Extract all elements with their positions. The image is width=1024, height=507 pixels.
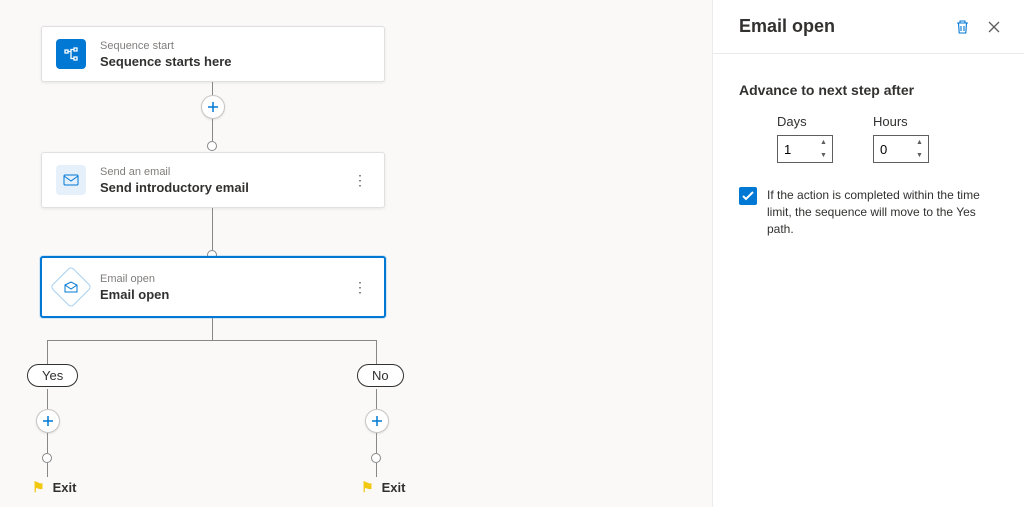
node-subtitle: Sequence start — [100, 40, 370, 52]
node-sequence-start[interactable]: Sequence start Sequence starts here — [41, 26, 385, 82]
add-step-button[interactable] — [201, 95, 225, 119]
connector-line — [212, 318, 213, 340]
hours-up[interactable]: ▲ — [911, 136, 928, 149]
hours-label: Hours — [873, 114, 929, 129]
yes-path-checkbox[interactable] — [739, 187, 757, 205]
properties-panel: Email open Advance to next step after Da… — [712, 0, 1024, 507]
branch-yes-pill: Yes — [27, 364, 78, 387]
delete-button[interactable] — [952, 17, 972, 37]
connector-line — [47, 340, 48, 364]
days-up[interactable]: ▲ — [815, 136, 832, 149]
connector-line — [376, 463, 377, 477]
panel-title: Email open — [739, 16, 940, 37]
close-button[interactable] — [984, 17, 1004, 37]
flow-canvas[interactable]: Sequence start Sequence starts here Send… — [0, 0, 712, 507]
node-title: Send introductory email — [100, 180, 336, 195]
connector-dot — [207, 141, 217, 151]
connector-line — [376, 389, 377, 409]
panel-body: Advance to next step after Days ▲ ▼ Hour… — [713, 54, 1024, 265]
connector-line — [212, 119, 213, 141]
connector-dot — [371, 453, 381, 463]
node-send-email[interactable]: Send an email Send introductory email ⋮ — [41, 152, 385, 208]
connector-line — [47, 433, 48, 453]
connector-line — [47, 463, 48, 477]
exit-label: Exit — [382, 480, 406, 495]
connector-line — [47, 389, 48, 409]
flag-icon: ⚑ — [32, 479, 45, 496]
add-step-yes-button[interactable] — [36, 409, 60, 433]
hours-down[interactable]: ▼ — [911, 149, 928, 162]
connector-line — [212, 82, 213, 95]
yes-path-checkbox-row[interactable]: If the action is completed within the ti… — [739, 187, 998, 237]
node-more-button[interactable]: ⋮ — [350, 275, 370, 299]
connector-dot — [42, 453, 52, 463]
node-subtitle: Email open — [100, 273, 336, 285]
checkbox-label: If the action is completed within the ti… — [767, 187, 998, 237]
hours-spinner[interactable]: ▲ ▼ — [873, 135, 929, 163]
advance-label: Advance to next step after — [739, 82, 998, 98]
days-spinner[interactable]: ▲ ▼ — [777, 135, 833, 163]
flag-icon: ⚑ — [361, 479, 374, 496]
exit-label: Exit — [53, 480, 77, 495]
node-title: Sequence starts here — [100, 54, 370, 69]
days-down[interactable]: ▼ — [815, 149, 832, 162]
branch-icon — [56, 39, 86, 69]
connector-line — [212, 208, 213, 250]
connector-line — [376, 340, 377, 364]
node-subtitle: Send an email — [100, 166, 336, 178]
exit-no: ⚑ Exit — [361, 479, 405, 496]
connector-line — [376, 433, 377, 453]
node-email-open[interactable]: Email open Email open ⋮ — [40, 256, 386, 318]
node-more-button[interactable]: ⋮ — [350, 168, 370, 192]
branch-no-pill: No — [357, 364, 404, 387]
hours-input[interactable] — [874, 136, 910, 162]
days-label: Days — [777, 114, 833, 129]
open-mail-icon — [50, 266, 92, 308]
exit-yes: ⚑ Exit — [32, 479, 76, 496]
add-step-no-button[interactable] — [365, 409, 389, 433]
connector-line — [47, 340, 377, 341]
panel-header: Email open — [713, 0, 1024, 54]
mail-icon — [56, 165, 86, 195]
node-title: Email open — [100, 287, 336, 302]
days-input[interactable] — [778, 136, 814, 162]
